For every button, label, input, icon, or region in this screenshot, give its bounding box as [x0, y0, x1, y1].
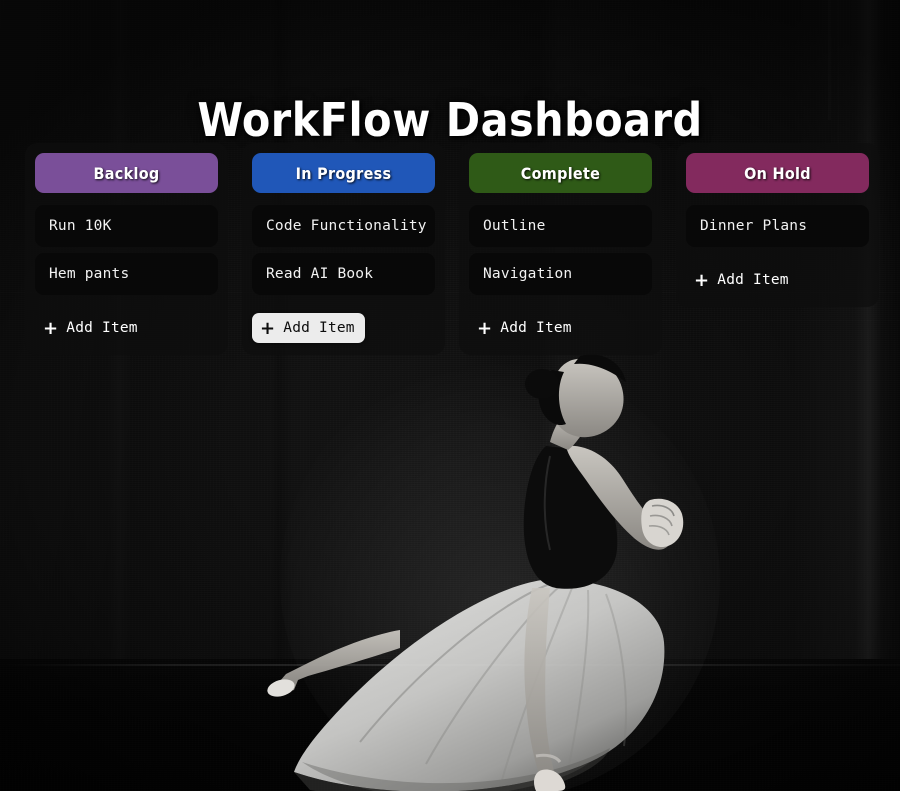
add-item-label: Add Item: [66, 320, 138, 336]
task-card[interactable]: Outline: [469, 205, 652, 247]
board-column-on-hold: On Hold Dinner Plans + Add Item: [676, 143, 879, 307]
task-card[interactable]: Navigation: [469, 253, 652, 295]
plus-icon: +: [43, 318, 59, 339]
plus-icon: +: [260, 318, 276, 339]
add-item-button-complete[interactable]: + Add Item: [469, 313, 582, 343]
column-header-backlog[interactable]: Backlog: [35, 153, 218, 193]
add-item-label: Add Item: [500, 320, 572, 336]
task-card[interactable]: Run 10K: [35, 205, 218, 247]
column-header-in-progress[interactable]: In Progress: [252, 153, 435, 193]
task-card[interactable]: Dinner Plans: [686, 205, 869, 247]
column-header-complete[interactable]: Complete: [469, 153, 652, 193]
card-list: Code Functionality Read AI Book: [252, 205, 435, 295]
card-list: Dinner Plans: [686, 205, 869, 247]
task-card[interactable]: Code Functionality: [252, 205, 435, 247]
add-item-button-backlog[interactable]: + Add Item: [35, 313, 148, 343]
card-list: Outline Navigation: [469, 205, 652, 295]
plus-icon: +: [694, 270, 710, 291]
add-item-button-on-hold[interactable]: + Add Item: [686, 265, 799, 295]
add-item-label: Add Item: [283, 320, 355, 336]
page-title: WorkFlow Dashboard: [197, 92, 703, 147]
plus-icon: +: [477, 318, 493, 339]
task-card[interactable]: Read AI Book: [252, 253, 435, 295]
card-list: Run 10K Hem pants: [35, 205, 218, 295]
kanban-board: Backlog Run 10K Hem pants + Add Item In Progr…: [25, 143, 880, 355]
task-card[interactable]: Hem pants: [35, 253, 218, 295]
add-item-button-in-progress[interactable]: + Add Item: [252, 313, 365, 343]
column-header-on-hold[interactable]: On Hold: [686, 153, 869, 193]
board-column-complete: Complete Outline Navigation + Add Item: [459, 143, 662, 355]
board-column-backlog: Backlog Run 10K Hem pants + Add Item: [25, 143, 228, 355]
board-column-in-progress: In Progress Code Functionality Read AI Boo…: [242, 143, 445, 355]
add-item-label: Add Item: [717, 272, 789, 288]
